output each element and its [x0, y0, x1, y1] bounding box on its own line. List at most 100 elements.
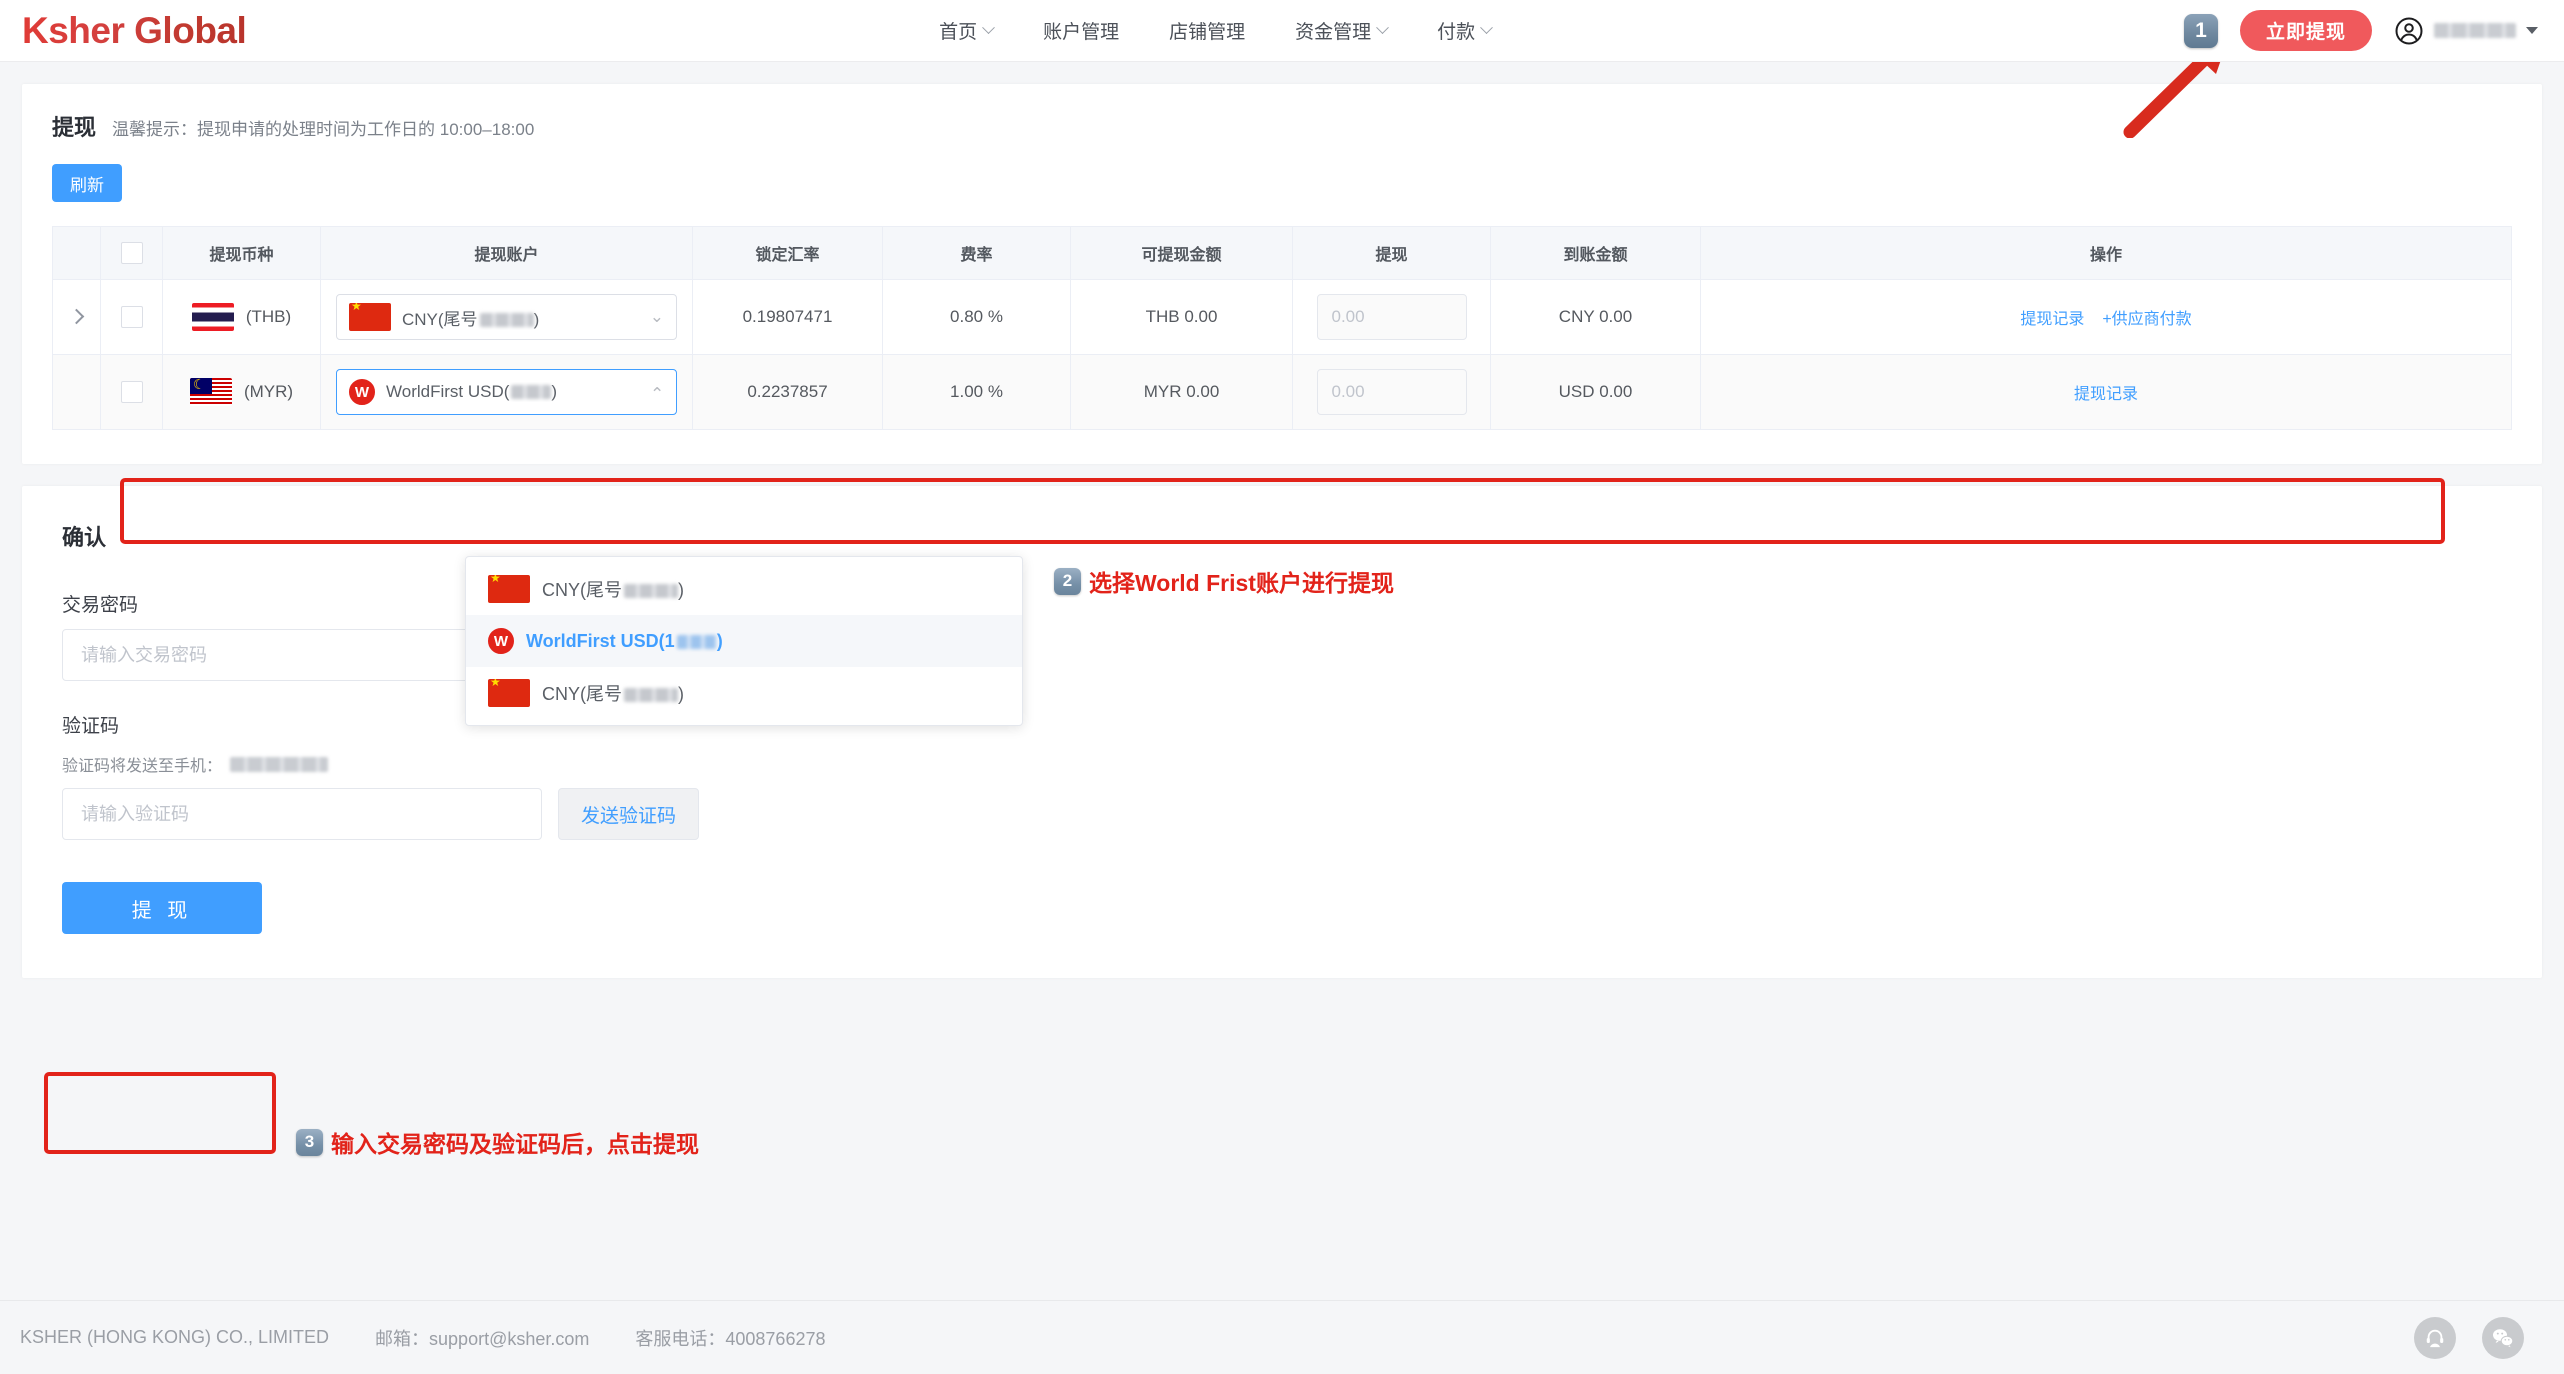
- account-select[interactable]: W WorldFirst USD() ⌄: [336, 369, 677, 415]
- dropdown-option-cny-2[interactable]: CNY(尾号): [466, 667, 1022, 719]
- chevron-down-icon: [982, 21, 995, 35]
- dropdown-option-label: WorldFirst USD(1): [526, 630, 723, 651]
- app-header: Ksher Global 首页 账户管理 店铺管理 资金管理 付款 1 立即提现: [0, 0, 2564, 62]
- footer-email: 邮箱：support@ksher.com: [375, 1328, 590, 1349]
- th-operations: 操作: [1700, 226, 2512, 280]
- nav-item-label: 账户管理: [1043, 22, 1120, 43]
- panel-hint: 温馨提示：提现申请的处理时间为工作日的 10:00–18:00: [112, 120, 535, 139]
- annotation-label: 选择World Frist账户进行提现: [1089, 570, 1394, 596]
- table-row: (MYR) W WorldFirst USD() ⌄ 0.2237857 1.0…: [52, 354, 2512, 430]
- select-all-checkbox[interactable]: [120, 242, 143, 264]
- nav-item-home[interactable]: 首页: [939, 17, 995, 44]
- cell-locked-rate: 0.19807471: [692, 279, 883, 355]
- annotation-number-badge: 3: [296, 1128, 323, 1156]
- wechat-icon[interactable]: [2482, 1316, 2524, 1359]
- cell-row-checkbox: [100, 354, 163, 430]
- annotation-highlight-submit: [44, 1072, 276, 1154]
- th-withdraw: 提现: [1292, 226, 1491, 280]
- cell-expand[interactable]: [52, 279, 101, 355]
- worldfirst-icon: W: [349, 379, 375, 405]
- cell-withdraw-amount: 0.00: [1292, 354, 1491, 430]
- withdraw-table: 提现币种 提现账户 锁定汇率 费率 可提现金额 提现 到账金额 操作 (THB)…: [52, 226, 2512, 430]
- footer-company: KSHER (HONG KONG) CO., LIMITED: [20, 1327, 330, 1347]
- withdraw-now-button[interactable]: 立即提现: [2239, 10, 2372, 51]
- cell-available: THB 0.00: [1070, 279, 1293, 355]
- submit-row: 提 现: [62, 882, 2502, 934]
- code-note-text: 验证码将发送至手机：: [62, 758, 223, 775]
- th-received: 到账金额: [1490, 226, 1701, 280]
- confirm-title: 确认: [62, 525, 107, 550]
- cell-available: MYR 0.00: [1070, 354, 1293, 430]
- annotation-label: 输入交易密码及验证码后，点击提现: [331, 1131, 699, 1157]
- page-content: 提现 温馨提示：提现申请的处理时间为工作日的 10:00–18:00 刷新 提现…: [0, 62, 2564, 978]
- withdraw-amount-input[interactable]: 0.00: [1316, 369, 1467, 415]
- header-right-zone: 1 立即提现: [2183, 10, 2538, 51]
- user-circle-icon: [2395, 17, 2423, 44]
- chevron-right-icon[interactable]: [68, 308, 85, 325]
- nav-item-label: 店铺管理: [1169, 22, 1246, 43]
- withdraw-records-link[interactable]: 提现记录: [2020, 305, 2084, 329]
- th-account: 提现账户: [320, 226, 693, 280]
- verification-code-label: 验证码: [62, 716, 120, 737]
- submit-withdraw-button[interactable]: 提 现: [62, 882, 262, 934]
- flag-china-icon: [488, 679, 530, 707]
- table-header-row: 提现币种 提现账户 锁定汇率 费率 可提现金额 提现 到账金额 操作: [52, 226, 2512, 280]
- chevron-down-icon: [1480, 21, 1494, 35]
- table-body: (THB) CNY(尾号) ⌄ 0.19807471 0.80 % THB 0.…: [52, 279, 2512, 430]
- th-currency: 提现币种: [162, 226, 321, 280]
- row-checkbox[interactable]: [120, 306, 143, 328]
- cell-received: USD 0.00: [1490, 354, 1701, 430]
- annotation-3: 3 输入交易密码及验证码后，点击提现: [296, 1125, 699, 1159]
- cell-fee-rate: 1.00 %: [882, 354, 1071, 430]
- account-dropdown-menu[interactable]: CNY(尾号) W WorldFirst USD(1) CNY(尾号): [465, 556, 1023, 726]
- nav-item-fund-management[interactable]: 资金管理: [1295, 17, 1390, 44]
- nav-item-label: 付款: [1437, 22, 1476, 43]
- cell-received: CNY 0.00: [1490, 279, 1701, 355]
- refresh-button[interactable]: 刷新: [52, 164, 122, 202]
- send-code-button[interactable]: 发送验证码: [558, 788, 700, 840]
- currency-code: (MYR): [243, 382, 294, 401]
- cell-currency: (THB): [162, 279, 321, 355]
- nav-item-label: 资金管理: [1295, 22, 1372, 43]
- cell-row-checkbox: [100, 279, 163, 355]
- table-head: 提现币种 提现账户 锁定汇率 费率 可提现金额 提现 到账金额 操作: [52, 226, 2512, 280]
- cell-operations: 提现记录 +供应商付款: [1700, 279, 2512, 355]
- dropdown-option-label: CNY(尾号): [542, 684, 684, 704]
- th-select-all: [100, 226, 163, 280]
- password-label: 交易密码: [62, 595, 139, 616]
- cell-expand: [52, 354, 101, 430]
- dropdown-option-label: CNY(尾号): [542, 580, 684, 600]
- support-headset-icon[interactable]: [2414, 1316, 2456, 1359]
- brand-logo: Ksher Global: [22, 10, 247, 51]
- user-menu[interactable]: [2394, 16, 2538, 46]
- nav-item-account-management[interactable]: 账户管理: [1043, 17, 1119, 44]
- chevron-up-icon: ⌄: [649, 383, 664, 402]
- dropdown-option-cny-1[interactable]: CNY(尾号): [466, 563, 1022, 615]
- withdraw-amount-input[interactable]: 0.00: [1316, 294, 1467, 340]
- cell-account: CNY(尾号) ⌄: [320, 279, 693, 355]
- withdraw-records-link[interactable]: 提现记录: [2074, 380, 2138, 404]
- verification-code-input[interactable]: 请输入验证码: [62, 788, 542, 840]
- th-available: 可提现金额: [1070, 226, 1293, 280]
- nav-item-shop-management[interactable]: 店铺管理: [1169, 17, 1245, 44]
- withdraw-panel: 提现 温馨提示：提现申请的处理时间为工作日的 10:00–18:00 刷新 提现…: [22, 84, 2542, 464]
- dropdown-option-worldfirst-usd[interactable]: W WorldFirst USD(1): [466, 615, 1022, 667]
- account-select[interactable]: CNY(尾号) ⌄: [336, 294, 677, 340]
- nav-item-payment[interactable]: 付款: [1437, 17, 1494, 44]
- nav-item-label: 首页: [939, 22, 978, 43]
- footer-phone: 客服电话：4008766278: [635, 1328, 826, 1349]
- row-checkbox[interactable]: [120, 381, 143, 403]
- chevron-down-icon: [1376, 21, 1390, 35]
- chevron-down-icon: ⌄: [649, 307, 664, 326]
- currency-code: (THB): [245, 307, 292, 326]
- flag-china-icon: [488, 575, 530, 603]
- annotation-number-badge: 2: [1054, 567, 1081, 595]
- supplier-payment-link[interactable]: +供应商付款: [2102, 305, 2191, 329]
- page-title: 提现: [52, 115, 97, 140]
- annotation-step-badge-1: 1: [2183, 13, 2218, 48]
- worldfirst-icon: W: [488, 628, 514, 654]
- flag-malaysia-icon: [189, 378, 232, 406]
- footer-info: KSHER (HONG KONG) CO., LIMITED 邮箱：suppor…: [20, 1325, 825, 1351]
- account-select-label: CNY(尾号): [402, 309, 540, 329]
- cell-currency: (MYR): [162, 354, 321, 430]
